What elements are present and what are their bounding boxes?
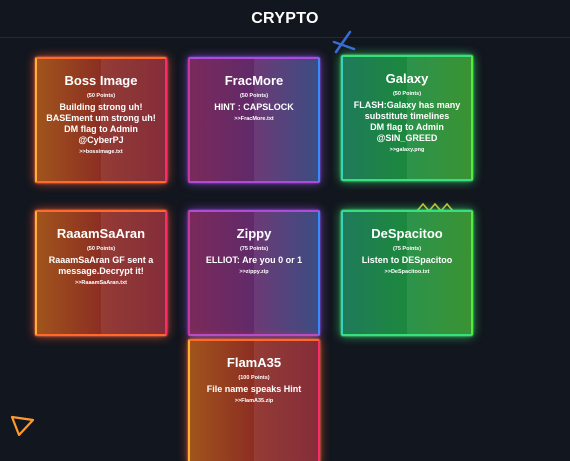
challenge-card-boss-image[interactable]: Boss Image (50 Points) Building strong u… xyxy=(35,57,167,183)
description-line: ELLIOT: Are you 0 or 1 xyxy=(205,255,303,265)
challenge-card-zippy[interactable]: Zippy (75 Points) ELLIOT: Are you 0 or 1… xyxy=(188,210,320,336)
challenge-name: RaaamSaAran xyxy=(56,226,146,241)
challenge-description: FLASH:Galaxy has many substitute timelin… xyxy=(349,100,465,144)
description-line: @SIN_GREED xyxy=(376,133,438,143)
challenge-file-link[interactable]: >>FlamA35.zip xyxy=(196,397,312,405)
challenge-card-fracmore[interactable]: FracMore (50 Points) HINT : CAPSLOCK >>F… xyxy=(188,57,320,183)
challenge-file-link[interactable]: >>FracMore.txt xyxy=(196,115,312,123)
description-line: DM flag to Admin xyxy=(370,122,444,132)
challenge-description: HINT : CAPSLOCK xyxy=(196,102,312,113)
challenge-file-link[interactable]: >>RaaamSaAran.txt xyxy=(43,279,159,287)
orange-triangle-large-decoration-icon xyxy=(10,415,35,437)
challenge-description: RaaamSaAran GF sent a message.Decrypt it… xyxy=(43,255,159,277)
description-line: substitute timelines xyxy=(364,111,450,121)
description-line: FLASH:Galaxy has many xyxy=(353,100,461,110)
challenge-description: ELLIOT: Are you 0 or 1 xyxy=(196,255,312,266)
challenge-card-despacitoo[interactable]: DeSpacitoo (75 Points) Listen to DESpaci… xyxy=(341,210,473,336)
description-line: DM flag to Admin xyxy=(64,124,138,134)
page-title: CRYPTO xyxy=(251,10,319,27)
challenge-card-flama35[interactable]: FlamA35 (100 Points) File name speaks Hi… xyxy=(188,339,320,461)
challenge-points: (100 Points) xyxy=(238,375,270,381)
description-line: message.Decrypt it! xyxy=(58,266,144,276)
challenge-description: Building strong uh! BASEment um strong u… xyxy=(43,102,159,146)
challenge-points: (50 Points) xyxy=(239,93,269,99)
challenge-name: Zippy xyxy=(236,226,272,241)
description-line: Building strong uh! xyxy=(59,102,143,112)
challenge-name: DeSpacitoo xyxy=(371,226,443,241)
challenge-file-link[interactable]: >>DeSpacitoo.txt xyxy=(349,268,465,276)
challenge-card-galaxy[interactable]: Galaxy (50 Points) FLASH:Galaxy has many… xyxy=(341,55,473,181)
challenge-name: FlamA35 xyxy=(226,355,282,370)
challenge-points: (50 Points) xyxy=(86,93,116,99)
description-line: Listen to DESpacitoo xyxy=(361,255,453,265)
challenge-name: Boss Image xyxy=(64,73,138,88)
blue-cross-decoration-icon xyxy=(332,30,356,54)
challenge-name: Galaxy xyxy=(385,71,429,86)
challenge-card-raaamsaaran[interactable]: RaaamSaAran (50 Points) RaaamSaAran GF s… xyxy=(35,210,167,336)
challenge-points: (50 Points) xyxy=(392,91,422,97)
description-line: HINT : CAPSLOCK xyxy=(214,102,294,112)
description-line: File name speaks Hint xyxy=(206,384,302,394)
challenge-file-link[interactable]: >>galaxy.png xyxy=(349,146,465,154)
challenge-description: File name speaks Hint xyxy=(196,384,312,395)
description-line: @CyberPJ xyxy=(78,135,124,145)
page: CRYPTO Boss Image (50 Points) Building s… xyxy=(0,0,570,461)
challenge-points: (75 Points) xyxy=(239,246,269,252)
challenge-points: (50 Points) xyxy=(86,246,116,252)
challenge-description: Listen to DESpacitoo xyxy=(349,255,465,266)
challenge-name: FracMore xyxy=(224,73,284,88)
challenge-points: (75 Points) xyxy=(392,246,422,252)
description-line: RaaamSaAran GF sent a xyxy=(48,255,154,265)
top-bar: CRYPTO xyxy=(0,0,570,38)
challenge-file-link[interactable]: >>zippy.zip xyxy=(196,268,312,276)
description-line: BASEment um strong uh! xyxy=(46,113,156,123)
challenge-file-link[interactable]: >>bossimage.txt xyxy=(43,148,159,156)
